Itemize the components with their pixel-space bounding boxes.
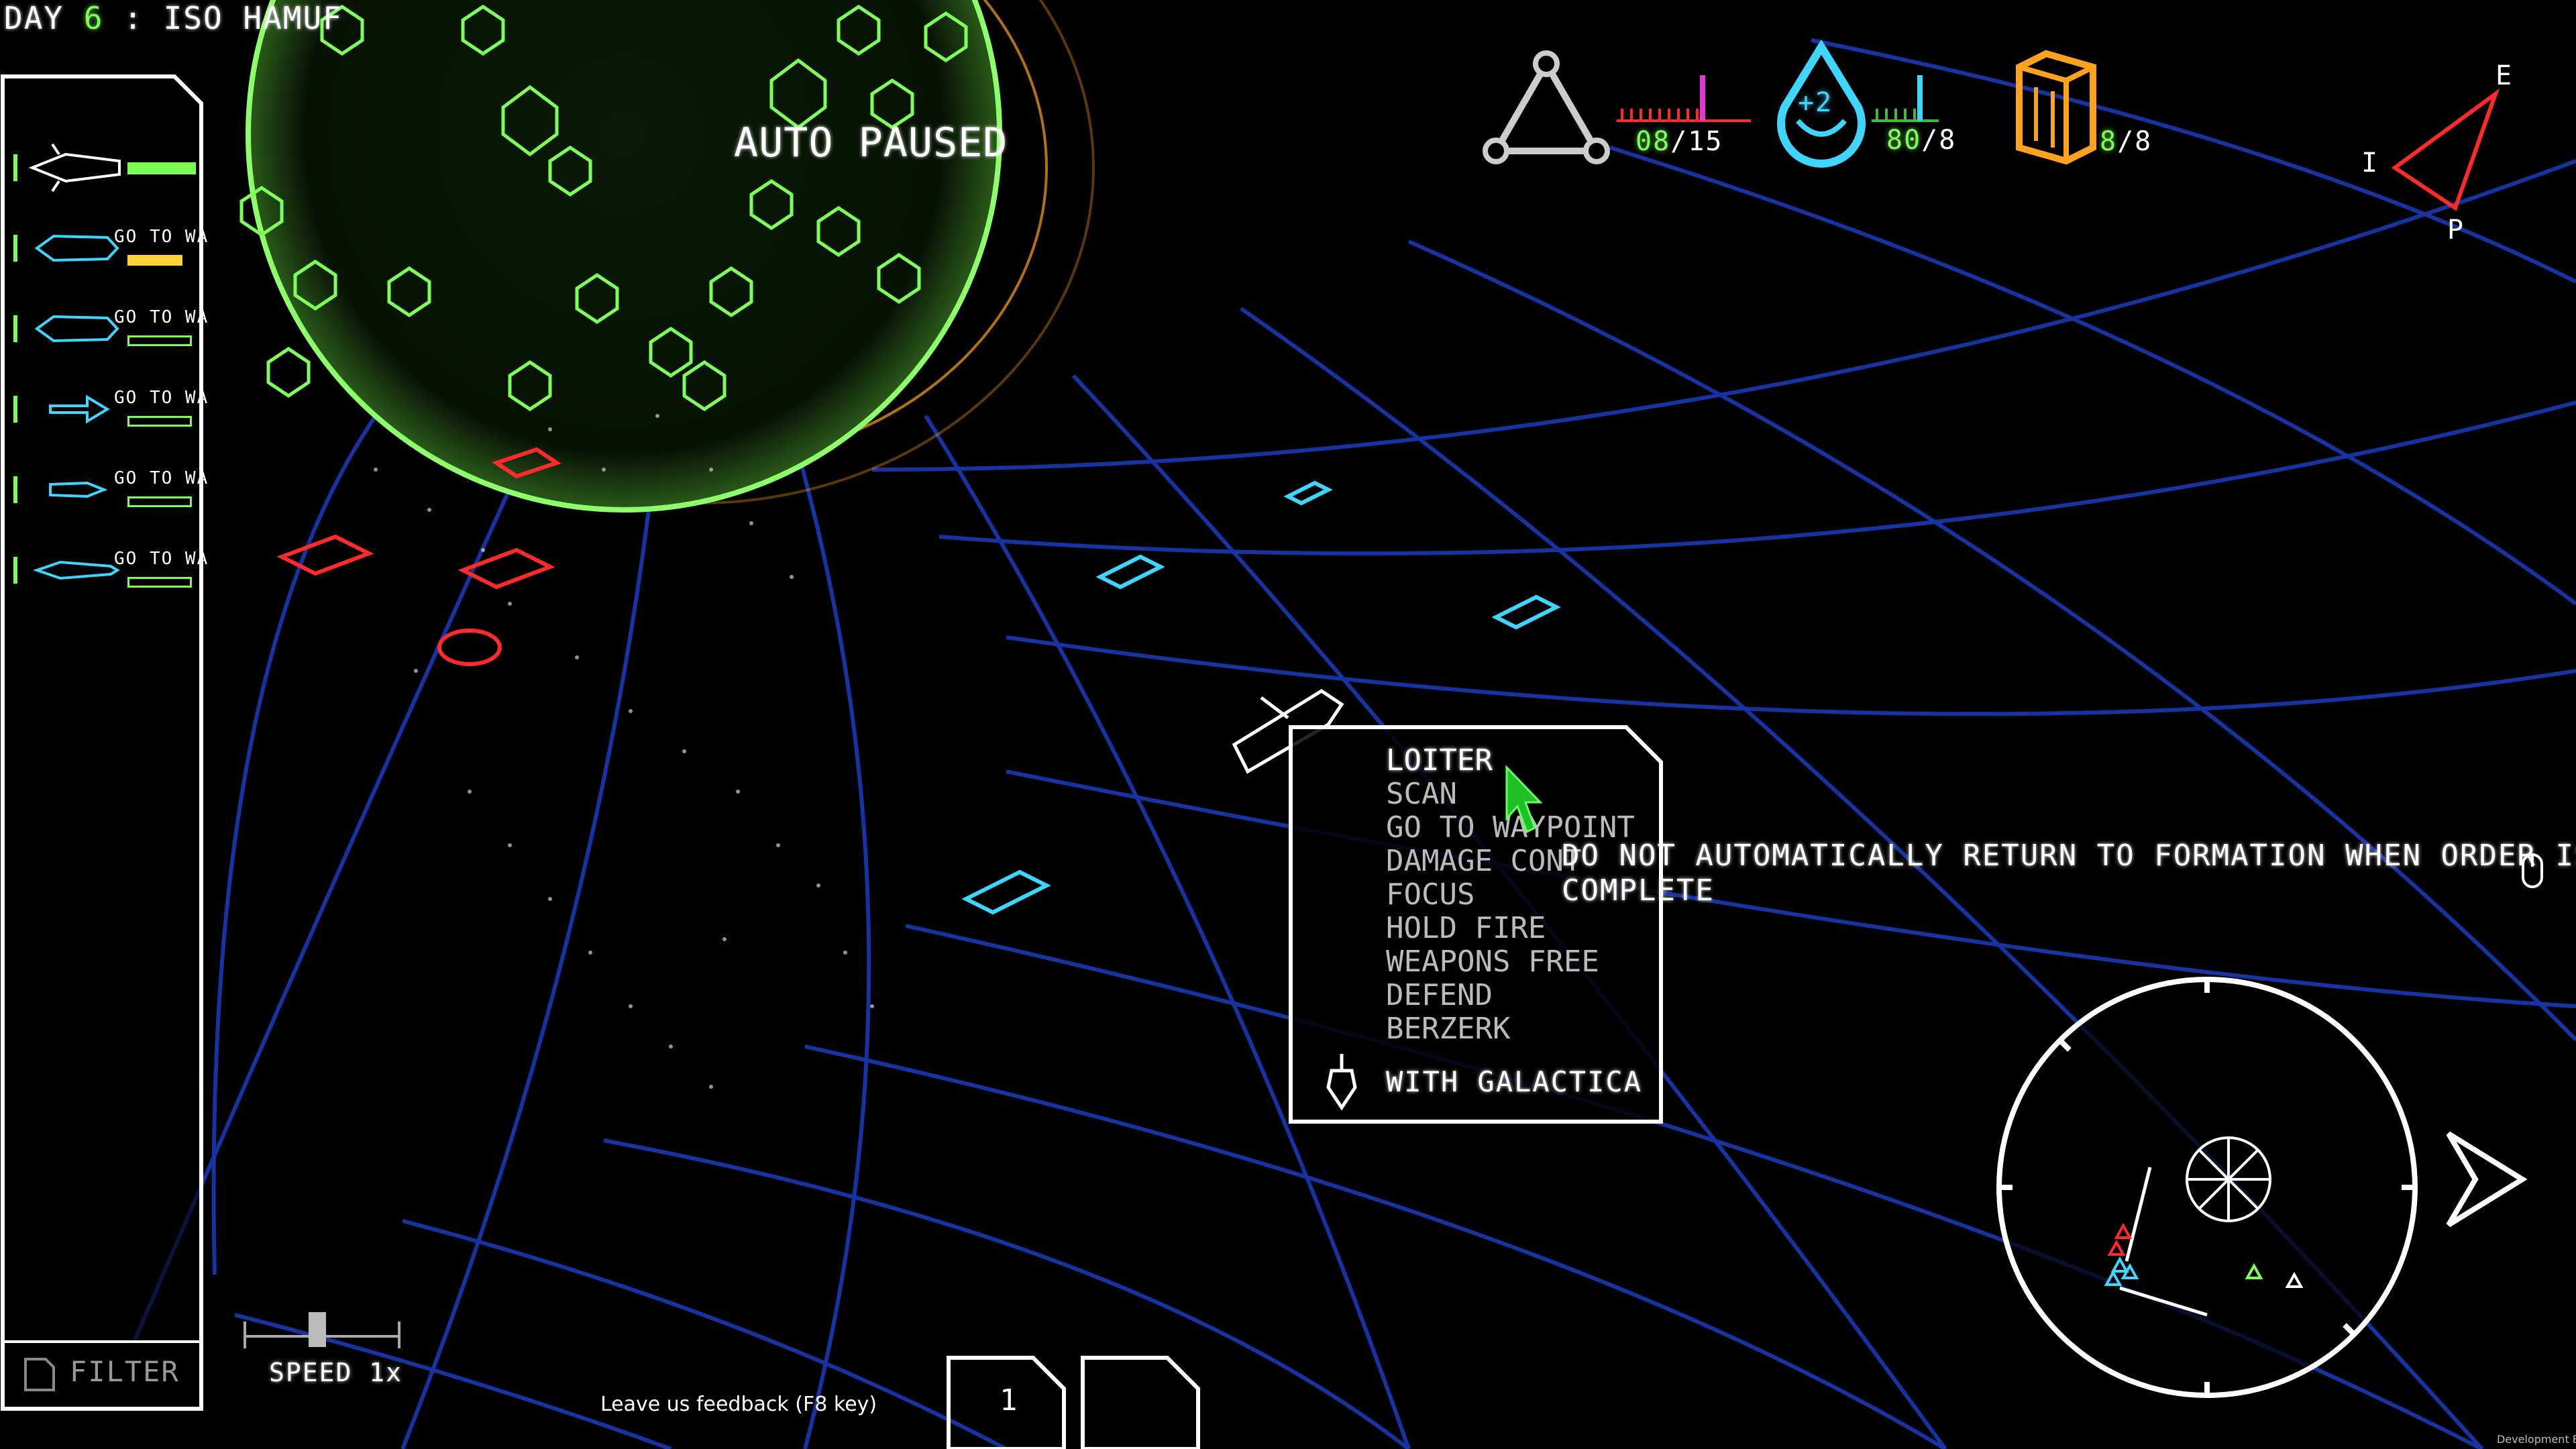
order-menu: LOITER SCAN GO TO WAYPOINT DAMAGE CONT F… <box>1288 724 1665 1124</box>
location-name: : ISO HAMUF <box>123 0 343 36</box>
hull-bar <box>127 255 182 266</box>
orientation-compass[interactable]: E I P <box>2348 54 2536 255</box>
crew-count: 08/15 <box>1635 126 1723 157</box>
crew-current: 08 <box>1635 126 1671 157</box>
crew-max: /15 <box>1670 126 1723 157</box>
ship-order: GO TO WA <box>114 468 209 488</box>
order-hold-fire[interactable]: HOLD FIRE <box>1386 911 1546 945</box>
water-count: 80/8 <box>1886 125 1956 156</box>
ship-order: GO TO WA <box>114 227 209 247</box>
ship-order: GO TO WA <box>114 307 209 327</box>
mouse-icon <box>2522 853 2543 888</box>
radar-minimap[interactable] <box>1986 966 2428 1409</box>
fleet-ship-viper-1[interactable]: GO TO WA <box>13 376 207 443</box>
planet[interactable] <box>239 0 1002 513</box>
cursor-arrow-icon <box>1505 765 1543 834</box>
triangle-nodes-icon <box>1483 50 1610 164</box>
fuel-resource: 8/8 <box>2006 47 2180 168</box>
ship-order: GO TO WA <box>114 549 209 569</box>
crew-gauge <box>1617 75 1751 122</box>
fleet-ship-battlestar[interactable] <box>13 134 196 201</box>
hull-bar <box>127 496 192 507</box>
radar-next-arrow-icon[interactable] <box>2442 1127 2529 1234</box>
fuel-cell-icon <box>2016 50 2096 165</box>
button-label: 1 <box>1000 1383 1019 1417</box>
order-damage-control[interactable]: DAMAGE CONT <box>1386 844 1581 878</box>
order-weapons-free[interactable]: WEAPONS FREE <box>1386 945 1599 979</box>
hull-bar <box>127 577 192 588</box>
filter-button[interactable]: FILTER <box>3 1342 201 1406</box>
order-berzerk[interactable]: BERZERK <box>1386 1012 1510 1046</box>
order-with-galactica[interactable]: WITH GALACTICA <box>1315 1051 1657 1111</box>
fleet-ship-raptor-2[interactable]: GO TO WA <box>13 295 207 362</box>
with-galactica-label: WITH GALACTICA <box>1386 1065 1643 1098</box>
galactica-icon <box>1326 1054 1357 1111</box>
filter-label: FILTER <box>70 1355 180 1388</box>
order-loiter[interactable]: LOITER <box>1386 743 1493 777</box>
radar-display <box>1996 977 2418 1398</box>
compass-p: P <box>2447 215 2465 246</box>
hull-bar <box>127 416 192 427</box>
tooltip-line-1: DO NOT AUTOMATICALLY RETURN TO FORMATION… <box>1562 839 2576 873</box>
order-scan[interactable]: SCAN <box>1386 777 1457 811</box>
fuel-current: 8 <box>2100 126 2118 157</box>
ship-order: GO TO WA <box>114 388 209 408</box>
speed-label: SPEED 1x <box>269 1358 403 1387</box>
order-focus[interactable]: FOCUS <box>1386 877 1474 912</box>
water-badge: +2 <box>1798 87 1833 118</box>
water-current: 80 <box>1886 125 1922 156</box>
fleet-ship-viper-2[interactable]: GO TO WA <box>13 456 207 523</box>
order-defend[interactable]: DEFEND <box>1386 978 1493 1012</box>
button-frame <box>1081 1356 1200 1449</box>
compass-i: I <box>2361 148 2379 178</box>
fleet-ship-raptor-1[interactable]: GO TO WA <box>13 215 207 282</box>
day-value: 6 <box>83 0 104 36</box>
feedback-link[interactable]: Leave us feedback (F8 key) <box>600 1393 877 1416</box>
compass-e: E <box>2496 60 2514 91</box>
bottom-button-right[interactable] <box>1080 1355 1201 1449</box>
filter-icon <box>24 1358 55 1391</box>
speed-control[interactable]: SPEED 1x <box>238 1308 406 1389</box>
water-gauge <box>1872 75 1939 122</box>
fuel-max: /8 <box>2117 126 2153 157</box>
water-max: /8 <box>1921 125 1957 156</box>
tooltip-line-2: COMPLETE <box>1562 873 1715 908</box>
raptor-icon <box>34 315 119 343</box>
viper-icon <box>49 481 108 498</box>
auto-paused-label: AUTO PAUSED <box>734 119 1008 166</box>
battlestar-icon <box>28 143 121 193</box>
crew-resource: 08/15 <box>1483 47 1764 168</box>
water-resource: +2 80/8 <box>1771 40 1986 168</box>
bottom-button-left[interactable]: 1 <box>946 1355 1067 1449</box>
hull-bar <box>127 335 192 346</box>
planet-icon <box>2186 1136 2271 1222</box>
viper-icon <box>34 560 120 580</box>
raptor-icon <box>34 234 119 262</box>
speed-slider[interactable] <box>238 1308 406 1348</box>
day-label: DAY <box>4 0 64 36</box>
viper-icon <box>49 394 110 424</box>
dev-build-label: Development Build <box>2497 1433 2576 1446</box>
hull-bar <box>127 162 196 174</box>
fuel-count: 8/8 <box>2100 126 2152 157</box>
fleet-ship-viper-3[interactable]: GO TO WA <box>13 537 207 604</box>
asteroid-field <box>374 414 874 1089</box>
day-label-group: DAY 6 : ISO HAMUF <box>4 0 343 36</box>
